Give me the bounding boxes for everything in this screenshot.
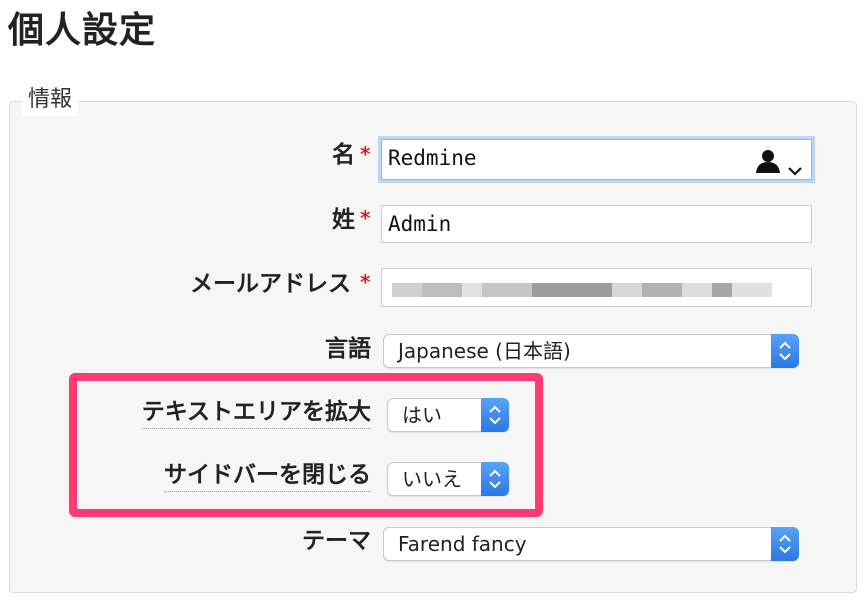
highlight-annotation-box [69, 373, 543, 517]
lastname-label-wrap: 姓 [0, 204, 355, 236]
person-silhouette-icon[interactable] [755, 148, 781, 184]
firstname-value: Redmine [388, 146, 477, 170]
email-required-mark: * [360, 270, 371, 294]
language-select[interactable]: Japanese (日本語) [383, 334, 799, 368]
fieldset-legend: 情報 [22, 84, 79, 116]
theme-select[interactable]: Farend fancy [383, 527, 799, 561]
up-down-arrows-icon[interactable] [771, 334, 799, 368]
language-value: Japanese (日本語) [398, 339, 571, 363]
theme-value: Farend fancy [398, 532, 527, 556]
language-label: 言語 [325, 336, 371, 362]
theme-label-wrap: テーマ [0, 525, 371, 557]
lastname-label: 姓 [332, 207, 355, 233]
page-title: 個人設定 [8, 10, 157, 51]
email-label: メールアドレス [190, 271, 351, 297]
chevron-down-icon[interactable] [787, 152, 803, 188]
firstname-required-mark: * [360, 142, 371, 166]
email-label-wrap: メールアドレス [0, 268, 351, 300]
lastname-input[interactable]: Admin [381, 205, 812, 243]
theme-label: テーマ [302, 528, 371, 554]
language-label-wrap: 言語 [0, 333, 371, 365]
firstname-label-wrap: 名 [0, 139, 355, 171]
up-down-arrows-icon[interactable] [771, 527, 799, 561]
lastname-value: Admin [388, 212, 452, 236]
firstname-label: 名 [332, 142, 355, 168]
email-input[interactable] [381, 268, 812, 307]
firstname-input[interactable]: Redmine [381, 139, 812, 180]
lastname-required-mark: * [360, 206, 371, 230]
